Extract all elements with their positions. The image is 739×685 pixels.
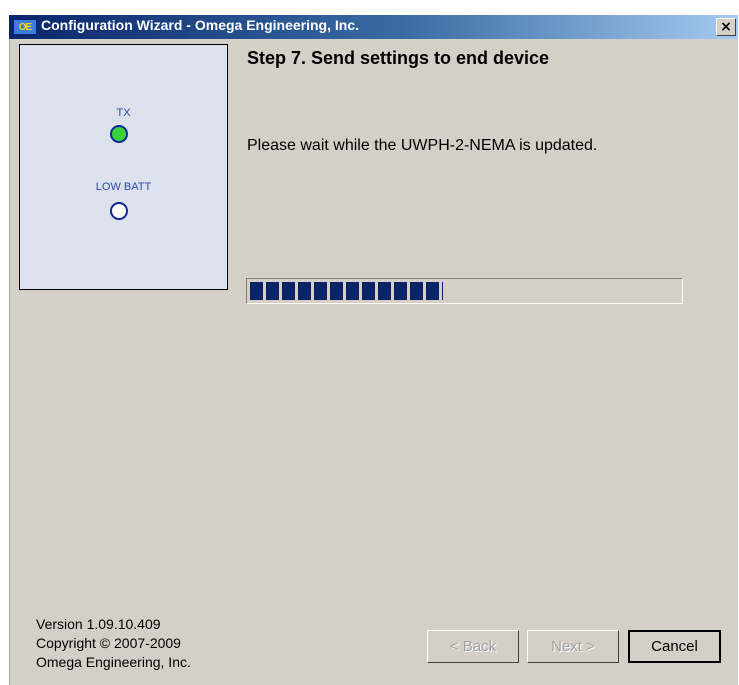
tx-led-icon xyxy=(110,125,128,143)
window-title: Configuration Wizard - Omega Engineering… xyxy=(41,17,360,33)
step-title: Step 7. Send settings to end device xyxy=(247,48,550,68)
close-icon: × xyxy=(720,19,732,35)
app-icon: OE xyxy=(13,19,37,35)
status-message: Please wait while the UWPH-2-NEMA is upd… xyxy=(247,137,598,154)
tx-label: TX xyxy=(116,107,131,119)
next-button[interactable]: Next > xyxy=(527,630,619,663)
progress-bar xyxy=(246,278,683,304)
progress-fill xyxy=(250,282,443,300)
low-batt-label: LOW BATT xyxy=(95,181,152,193)
title-bar[interactable]: OE Configuration Wizard - Omega Engineer… xyxy=(9,15,738,39)
low-batt-led-icon xyxy=(110,202,128,220)
back-button[interactable]: < Back xyxy=(427,630,519,663)
company-text: Omega Engineering, Inc. xyxy=(36,654,191,670)
copyright-text: Copyright © 2007-2009 xyxy=(36,635,181,651)
version-text: Version 1.09.10.409 xyxy=(36,616,161,632)
cancel-button[interactable]: Cancel xyxy=(628,630,721,663)
led-panel: TX LOW BATT xyxy=(19,44,228,290)
close-button[interactable]: × xyxy=(716,18,736,36)
